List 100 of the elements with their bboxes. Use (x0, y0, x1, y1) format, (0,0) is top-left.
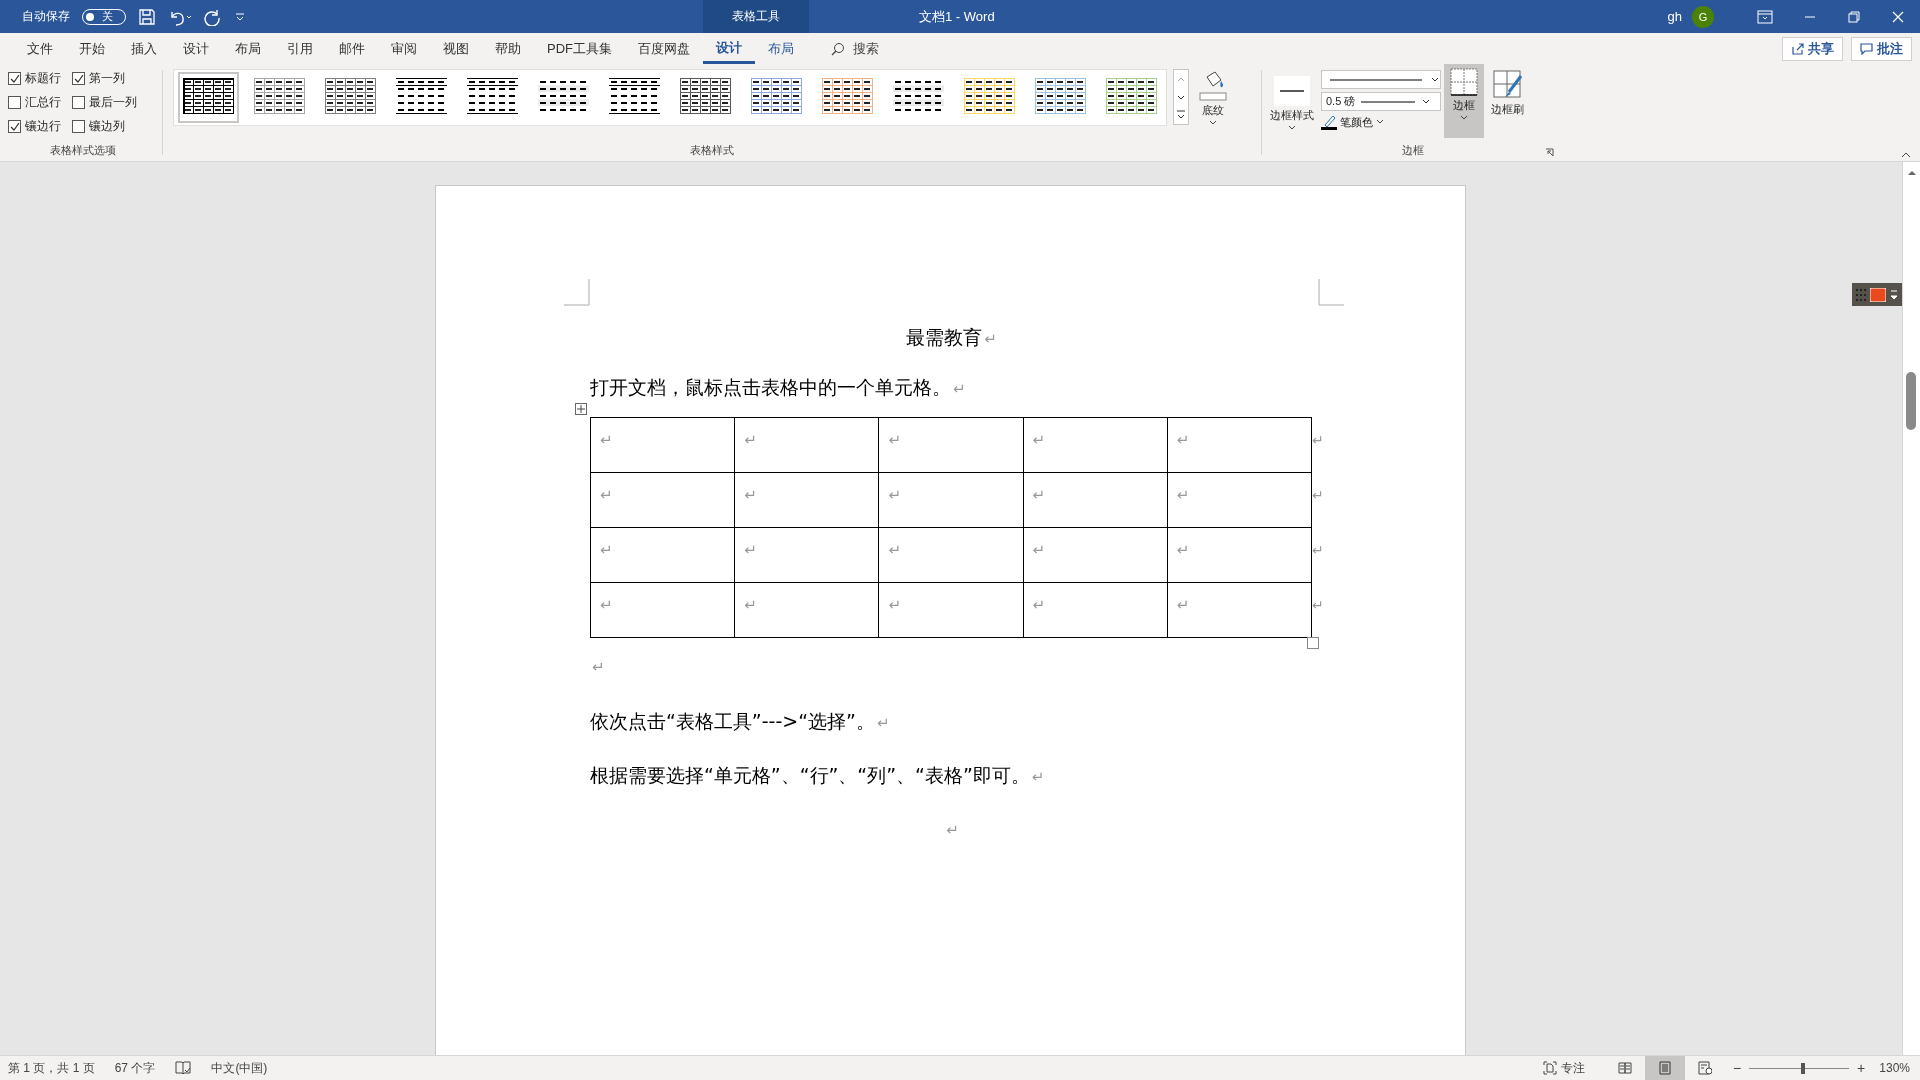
grip-icon[interactable] (1856, 288, 1866, 301)
share-icon (1791, 42, 1804, 55)
table-cell: ↵ (879, 583, 1024, 638)
ribbon-tab[interactable]: 百度网盘 (625, 33, 703, 64)
paragraph-mark: ↵ (592, 657, 606, 677)
table-cell: ↵ (879, 473, 1024, 528)
ribbon-display-icon[interactable] (1757, 9, 1773, 24)
border-painter-button[interactable]: 边框刷 (1487, 68, 1528, 119)
caret-icon (1288, 125, 1296, 131)
redo-icon[interactable] (204, 7, 222, 26)
focus-icon (1542, 1061, 1557, 1075)
option-checkbox[interactable]: 镶边行 (8, 118, 72, 135)
proofing-book-icon[interactable] (175, 1061, 192, 1075)
table-resize-handle-icon[interactable] (1307, 637, 1319, 649)
ribbon-tab[interactable]: 视图 (430, 33, 482, 64)
vertical-scrollbar[interactable] (1902, 162, 1920, 1055)
line-weight-dropdown[interactable]: 0.5 磅 (1321, 92, 1441, 111)
view-icon (1617, 1061, 1632, 1075)
shading-button[interactable]: 底纹 (1195, 69, 1231, 128)
table-cell: ↵ (879, 528, 1024, 583)
check-icon (73, 73, 84, 84)
line-style-dropdown[interactable] (1321, 70, 1441, 89)
table-cell: ↵ (735, 528, 880, 583)
option-checkbox[interactable]: 标题行 (8, 70, 72, 87)
border-painter-icon (1492, 70, 1523, 100)
ribbon-tab[interactable]: 文件 (14, 33, 66, 64)
share-button[interactable]: 共享 (1782, 36, 1843, 61)
table-cell: ↵ (1167, 418, 1312, 473)
row-end-mark: ↵ (1312, 486, 1324, 505)
view-icon (1697, 1061, 1712, 1075)
avatar[interactable]: G (1692, 5, 1714, 28)
zoom-in-button[interactable]: + (1857, 1060, 1866, 1076)
word-count[interactable]: 67 个字 (114, 1059, 156, 1077)
customize-icon[interactable] (234, 10, 246, 23)
dropdown-caret-icon (1430, 75, 1440, 84)
borders-button[interactable]: 边框 (1444, 64, 1484, 138)
zoom-level[interactable]: 130% (1879, 1061, 1910, 1075)
ribbon-tab[interactable]: 引用 (274, 33, 326, 64)
caret-icon (1376, 119, 1384, 125)
row-end-mark: ↵ (1312, 541, 1324, 560)
language[interactable]: 中文(中国) (211, 1059, 268, 1077)
collapse-ribbon-icon[interactable] (1900, 151, 1912, 159)
ribbon-tab[interactable]: 帮助 (482, 33, 534, 64)
save-icon[interactable] (138, 7, 156, 26)
ribbon-tab[interactable]: 邮件 (326, 33, 378, 64)
view-button[interactable] (1644, 1056, 1685, 1080)
group-label: 表格样式 (690, 143, 734, 158)
document-heading: 最需教育 (906, 326, 983, 348)
option-checkbox[interactable]: 汇总行 (8, 94, 72, 111)
caret-icon (1460, 115, 1468, 121)
borders-icon (1450, 68, 1478, 96)
search-field[interactable]: 搜索 (831, 39, 879, 58)
comments-button[interactable]: 批注 (1851, 36, 1912, 61)
row-end-mark: ↵ (1312, 596, 1324, 615)
table-cell: ↵ (879, 418, 1024, 473)
close-icon[interactable] (1891, 9, 1905, 24)
ribbon-tab[interactable]: 布局 (222, 33, 274, 64)
table-cell: ↵ (1167, 473, 1312, 528)
option-checkbox[interactable]: 镶边列 (72, 118, 152, 135)
table-cell: ↵ (735, 418, 880, 473)
dropdown-caret-icon (1421, 97, 1432, 106)
focus-button[interactable]: 专注 (1542, 1059, 1585, 1077)
menu-icon[interactable] (1890, 288, 1898, 301)
table-cell: ↵ (1167, 528, 1312, 583)
ribbon-tab[interactable]: 布局 (755, 33, 807, 64)
ribbon-tab[interactable]: PDF工具集 (534, 33, 625, 64)
table-cell: ↵ (591, 418, 736, 473)
group-label: 表格样式选项 (50, 143, 116, 158)
page-count[interactable]: 第 1 页，共 1 页 (8, 1059, 95, 1077)
input-method-icon[interactable] (1870, 287, 1886, 302)
border-styles-button[interactable]: 边框样式 (1266, 74, 1318, 133)
scroll-thumb[interactable] (1906, 372, 1916, 430)
option-checkbox[interactable]: 第一列 (72, 70, 152, 87)
restore-icon[interactable] (1847, 9, 1861, 24)
ribbon-tab[interactable]: 插入 (118, 33, 170, 64)
dialog-launcher-icon[interactable] (1545, 148, 1554, 157)
pen-color-button[interactable]: 笔颜色 (1321, 114, 1441, 130)
ribbon-tab[interactable]: 审阅 (378, 33, 430, 64)
paragraph-mark: ↵ (876, 714, 890, 732)
table-style-option[interactable] (178, 72, 239, 123)
ribbon-tab[interactable]: 开始 (66, 33, 118, 64)
group-label: 边框 (1402, 143, 1424, 158)
table-cell: ↵ (591, 528, 736, 583)
paragraph-mark: ↵ (1031, 768, 1045, 786)
table-move-handle-icon[interactable] (575, 403, 587, 415)
search-icon (831, 41, 845, 56)
ribbon-tab[interactable]: 设计 (170, 33, 222, 64)
paint-bucket-icon (1199, 71, 1227, 101)
line-style-icon (1274, 76, 1310, 106)
table-cell: ↵ (1023, 583, 1168, 638)
paragraph-mark: ↵ (946, 821, 959, 839)
margin-corner-icon (564, 279, 590, 306)
body-text: 根据需要选择“单元格”、“行”、“列”、“表格”即可。 (590, 764, 1030, 786)
option-checkbox[interactable]: 最后一列 (72, 94, 152, 111)
zoom-out-button[interactable]: − (1732, 1060, 1742, 1076)
view-icon (1657, 1061, 1672, 1075)
body-text: 依次点击“表格工具”--->“选择”。 (590, 710, 875, 732)
table-cell: ↵ (735, 583, 880, 638)
contextual-tab-group: 表格工具 (703, 0, 809, 33)
pen-icon (1321, 114, 1337, 130)
